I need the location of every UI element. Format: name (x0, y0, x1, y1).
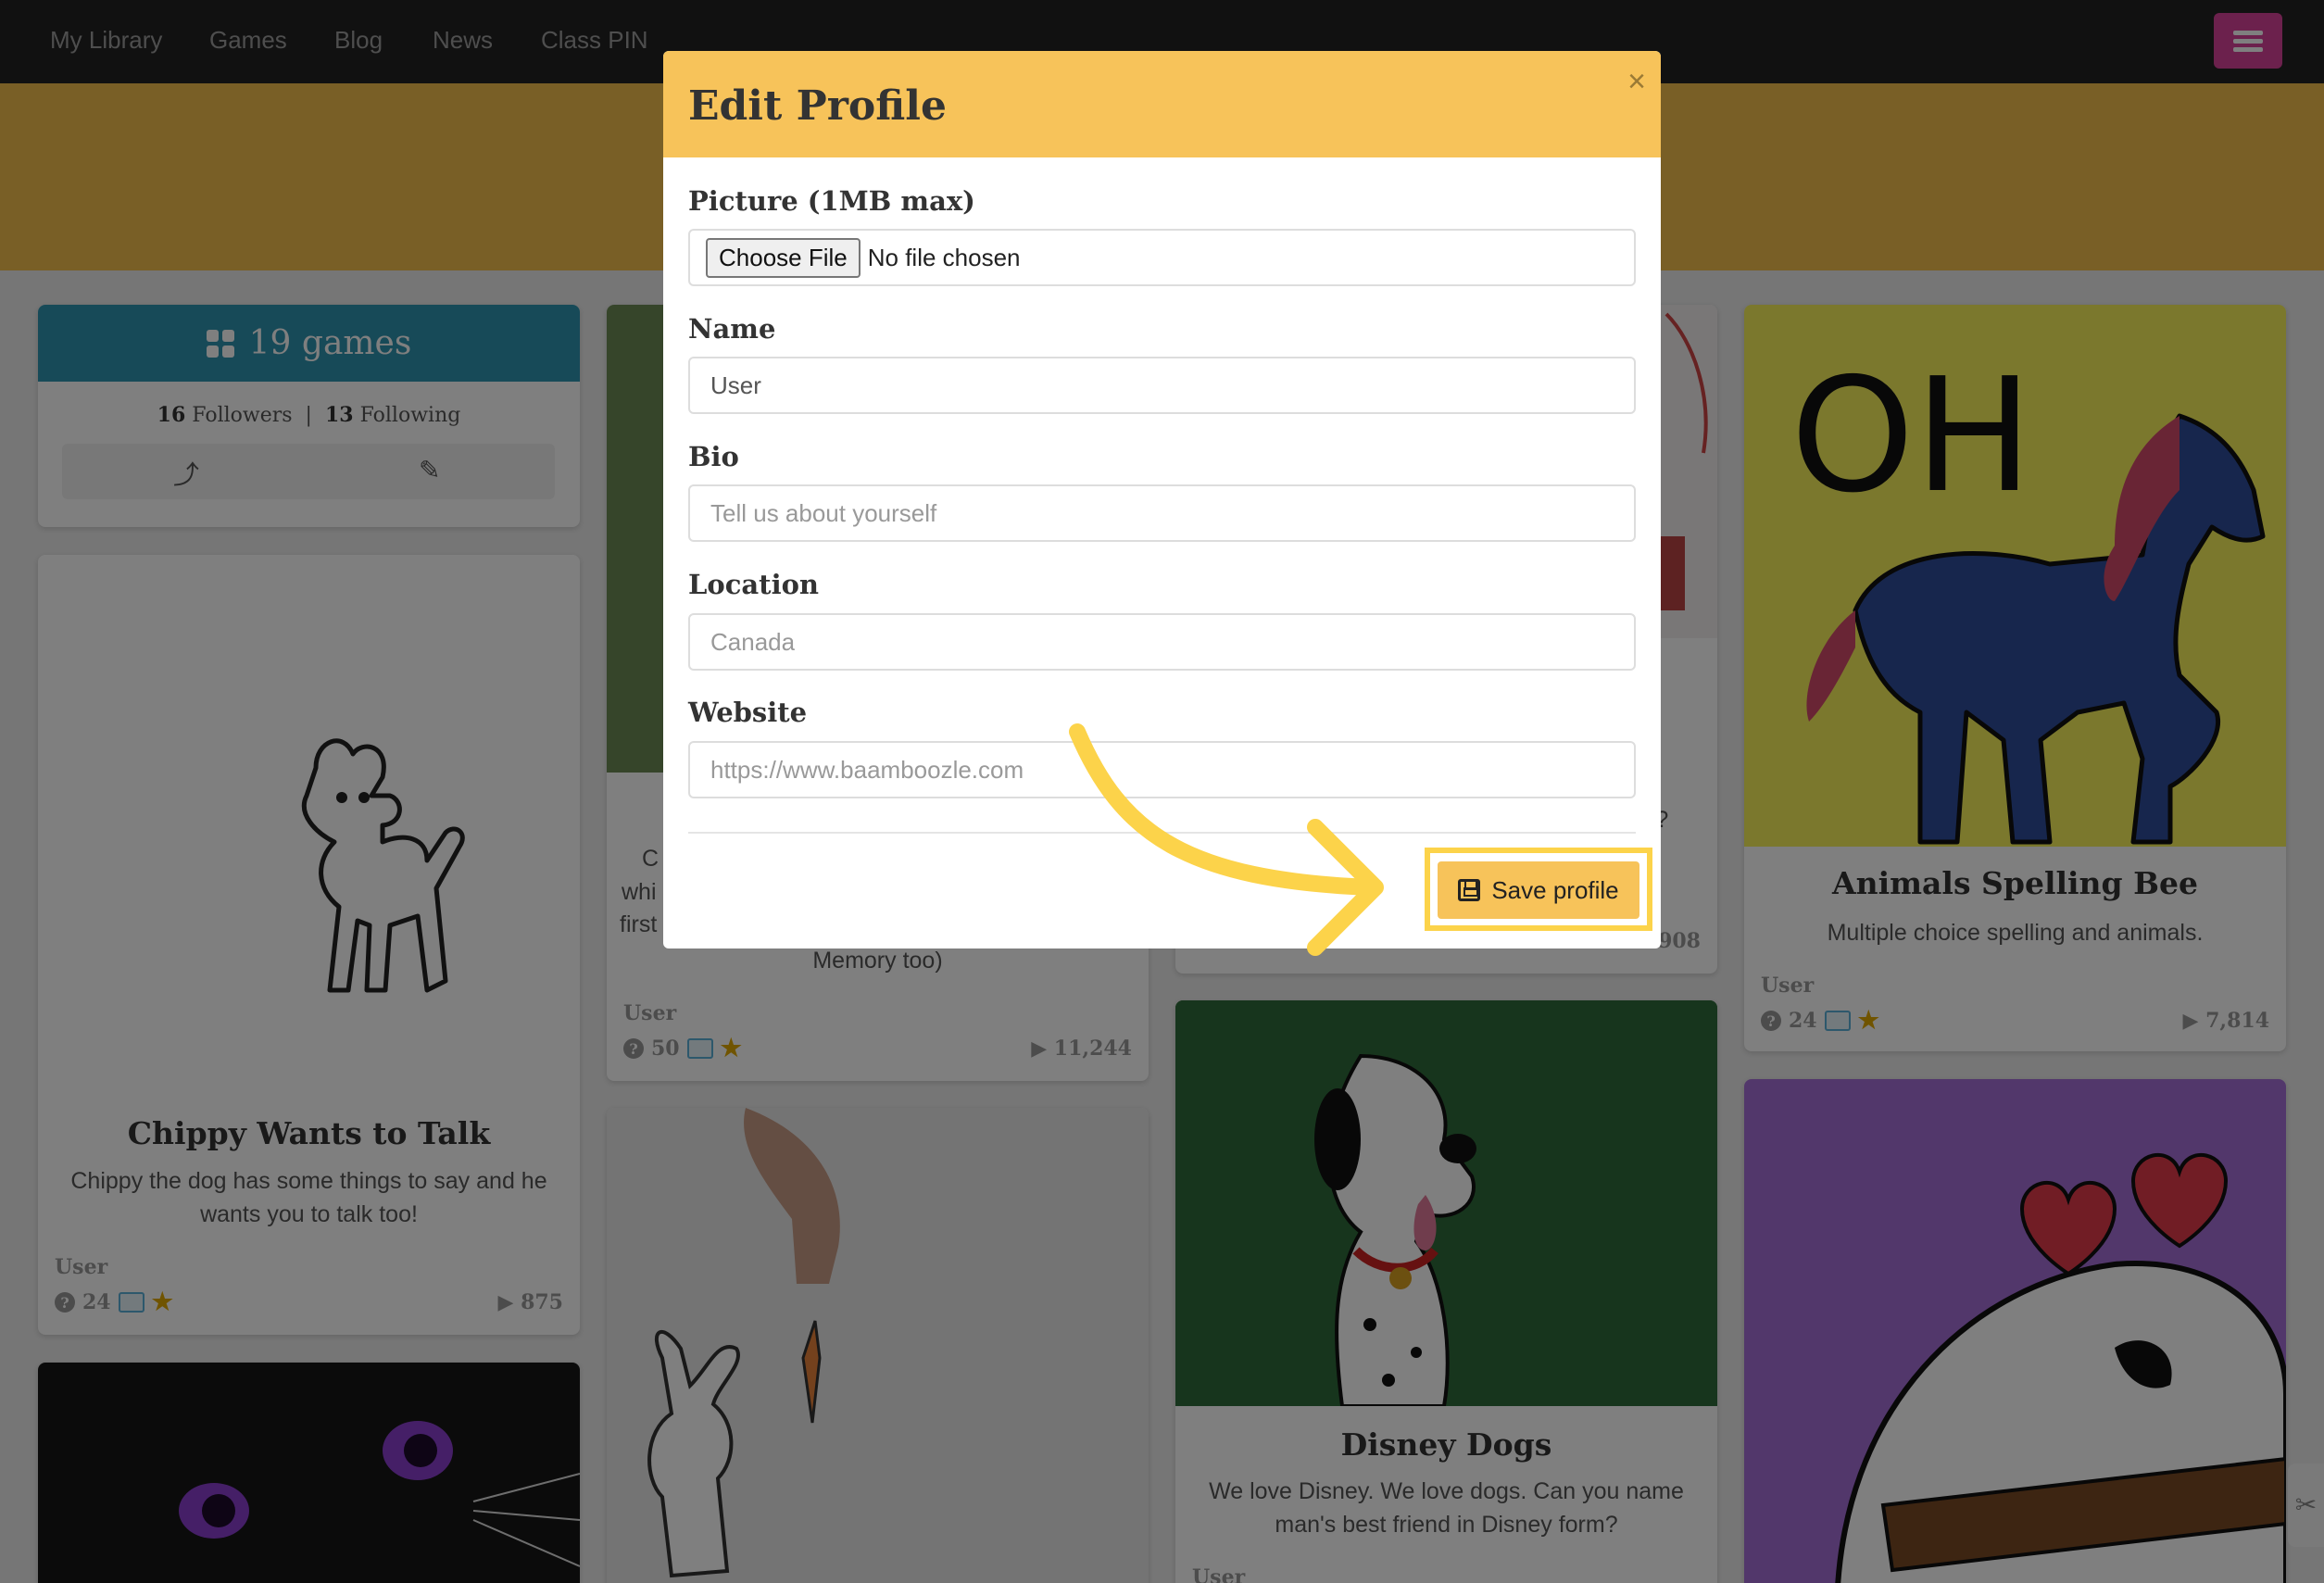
tutorial-arrow-icon (1069, 723, 1384, 956)
